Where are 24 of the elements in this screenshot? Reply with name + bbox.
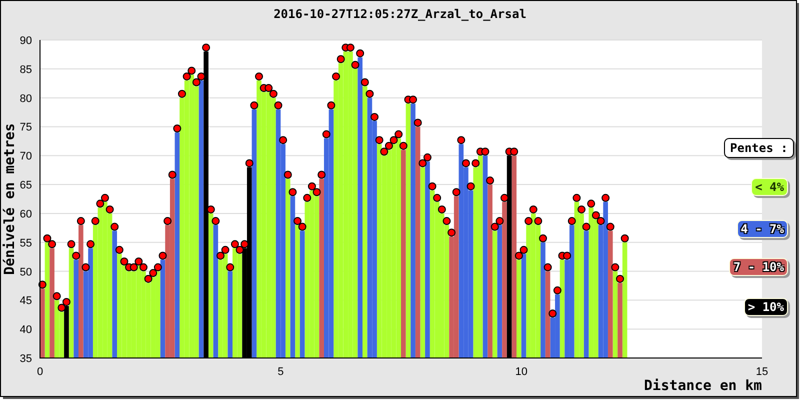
y-tick-label: 60 [20, 208, 32, 220]
y-tick-label: 35 [20, 353, 32, 365]
y-tick-label: 55 [20, 237, 32, 250]
x-tick-label: 0 [36, 366, 44, 378]
y-tick-label: 50 [20, 266, 32, 278]
legend-item: > 10% [744, 298, 788, 316]
x-tick-label: 5 [278, 366, 284, 378]
y-tick-label: 40 [20, 324, 32, 336]
y-tick-label: 65 [20, 180, 32, 192]
y-tick-label: 85 [20, 64, 32, 76]
y-tick-label: 70 [20, 150, 32, 163]
x-tick-label: 10 [515, 366, 528, 378]
y-axis-label: Dénivelé en metres [2, 123, 18, 275]
legend-item: 4 - 7% [736, 220, 788, 238]
legend-item: 7 - 10% [729, 258, 788, 276]
chart-title: 2016-10-27T12:05:27Z_Arzal_to_Arsal [274, 7, 526, 21]
y-tick-label: 90 [20, 35, 32, 47]
legend-title: Pentes : [724, 138, 794, 158]
x-tick-label: 15 [756, 366, 768, 378]
y-tick-label: 45 [20, 295, 32, 308]
y-tick-label: 75 [20, 122, 32, 134]
y-tick-label: 80 [20, 92, 32, 105]
legend-item: < 4% [751, 178, 788, 196]
x-axis-label: Distance en km [644, 378, 762, 394]
